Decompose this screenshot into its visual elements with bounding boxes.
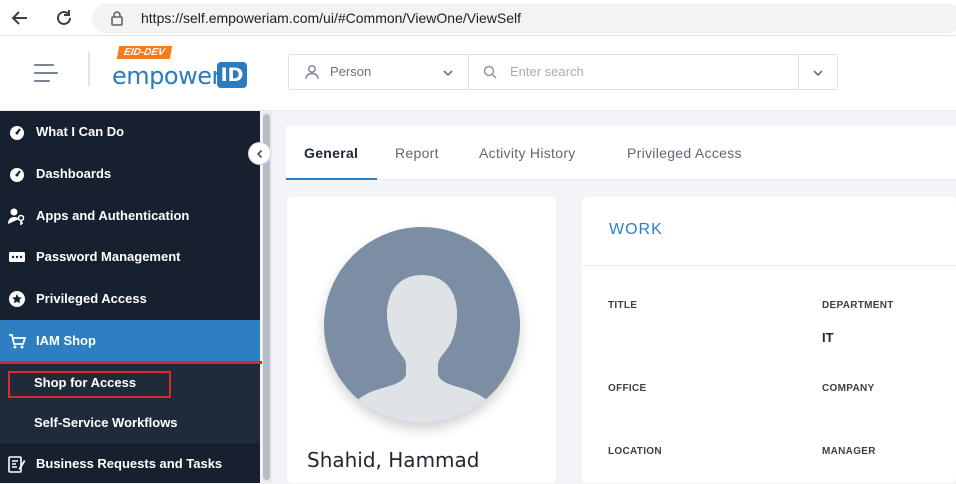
person-icon [304,64,320,85]
logo-wordmark: empower [112,62,221,90]
field-label-location: LOCATION [608,446,662,457]
sidebar-collapse-button[interactable] [248,142,271,165]
tab-activity-history[interactable]: Activity History [479,145,576,161]
field-label-department: DEPARTMENT [822,300,894,311]
user-key-icon [8,207,26,225]
avatar [324,227,520,423]
back-arrow-icon[interactable] [8,6,32,30]
shop-for-access-highlight-box [8,371,171,398]
field-label-company: COMPANY [822,383,875,394]
menu-toggle-icon[interactable] [34,62,60,84]
profile-tabs: General Report Activity History Privileg… [286,126,956,180]
dashboard-gauge-icon [8,165,26,183]
edit-checklist-icon [8,455,26,473]
scrollbar-thumb[interactable] [263,114,270,480]
tab-general[interactable]: General [304,145,358,161]
address-bar[interactable]: https://self.empoweriam.com/ui/#Common/V… [92,3,956,33]
search-placeholder: Enter search [510,64,584,79]
sidebar-item-apps-and-authentication[interactable]: Apps and Authentication [0,195,260,236]
sidebar-item-privileged-access[interactable]: Privileged Access [0,278,260,319]
default-user-silhouette-icon [348,275,496,423]
field-value-department: IT [822,330,834,345]
profile-card: Shahid, Hammad [287,197,556,483]
sidebar-subitem-self-service-workflows[interactable]: Self-Service Workflows [34,415,178,430]
global-search: Person Enter search [288,54,838,90]
tab-privileged-access[interactable]: Privileged Access [627,145,742,161]
sidebar-item-dashboards[interactable]: Dashboards [0,153,260,194]
sidebar-item-label: Password Management [36,249,181,264]
search-type-select[interactable]: Person [289,55,469,89]
tab-report[interactable]: Report [395,145,439,161]
empowerid-logo[interactable]: EID-DEV empower ID [112,46,247,96]
sidebar-item-password-management[interactable]: Password Management [0,236,260,277]
password-card-icon [8,248,26,266]
search-input[interactable]: Enter search [469,55,799,89]
sidebar-item-label: Privileged Access [36,291,147,306]
header-divider [88,52,90,86]
profile-name: Shahid, Hammad [307,448,480,472]
chevron-down-icon [812,66,824,84]
field-label-office: OFFICE [608,383,647,394]
search-dropdown-button[interactable] [799,55,837,89]
work-divider [582,265,956,266]
chevron-down-icon [442,66,454,84]
url-text: https://self.empoweriam.com/ui/#Common/V… [141,10,521,26]
sidebar-item-label: Business Requests and Tasks [36,456,223,471]
app-header: EID-DEV empower ID Person Enter search [0,36,956,111]
search-type-value: Person [330,64,372,79]
sidebar-item-iam-shop[interactable]: IAM Shop [0,320,260,361]
field-label-manager: MANAGER [822,446,876,457]
dashboard-gauge-icon [8,123,26,141]
work-card: WORK TITLE DEPARTMENT IT OFFICE COMPANY … [582,197,956,483]
sidebar-item-label: Apps and Authentication [36,208,190,223]
sidebar-item-what-i-can-do[interactable]: What I Can Do [0,111,260,152]
environment-badge: EID-DEV [116,46,172,59]
sidebar-scrollbar[interactable] [262,111,272,483]
work-section-title: WORK [609,221,663,238]
sidebar-item-label: IAM Shop [36,333,96,348]
browser-toolbar: https://self.empoweriam.com/ui/#Common/V… [0,0,956,36]
logo-id-mark: ID [217,62,247,88]
reload-icon[interactable] [52,6,76,30]
lock-icon[interactable] [110,10,124,31]
active-tab-indicator [286,178,377,180]
field-label-title: TITLE [608,300,638,311]
sidebar-item-label: What I Can Do [36,124,125,139]
shopping-cart-icon [8,332,27,350]
sidebar-item-business-requests-and-tasks[interactable]: Business Requests and Tasks [0,443,260,484]
badge-star-icon [8,290,26,308]
sidebar: What I Can Do Dashboards Apps and Authen… [0,111,264,484]
chevron-left-icon [256,149,262,158]
search-icon [483,65,497,84]
sidebar-item-label: Dashboards [36,166,112,181]
